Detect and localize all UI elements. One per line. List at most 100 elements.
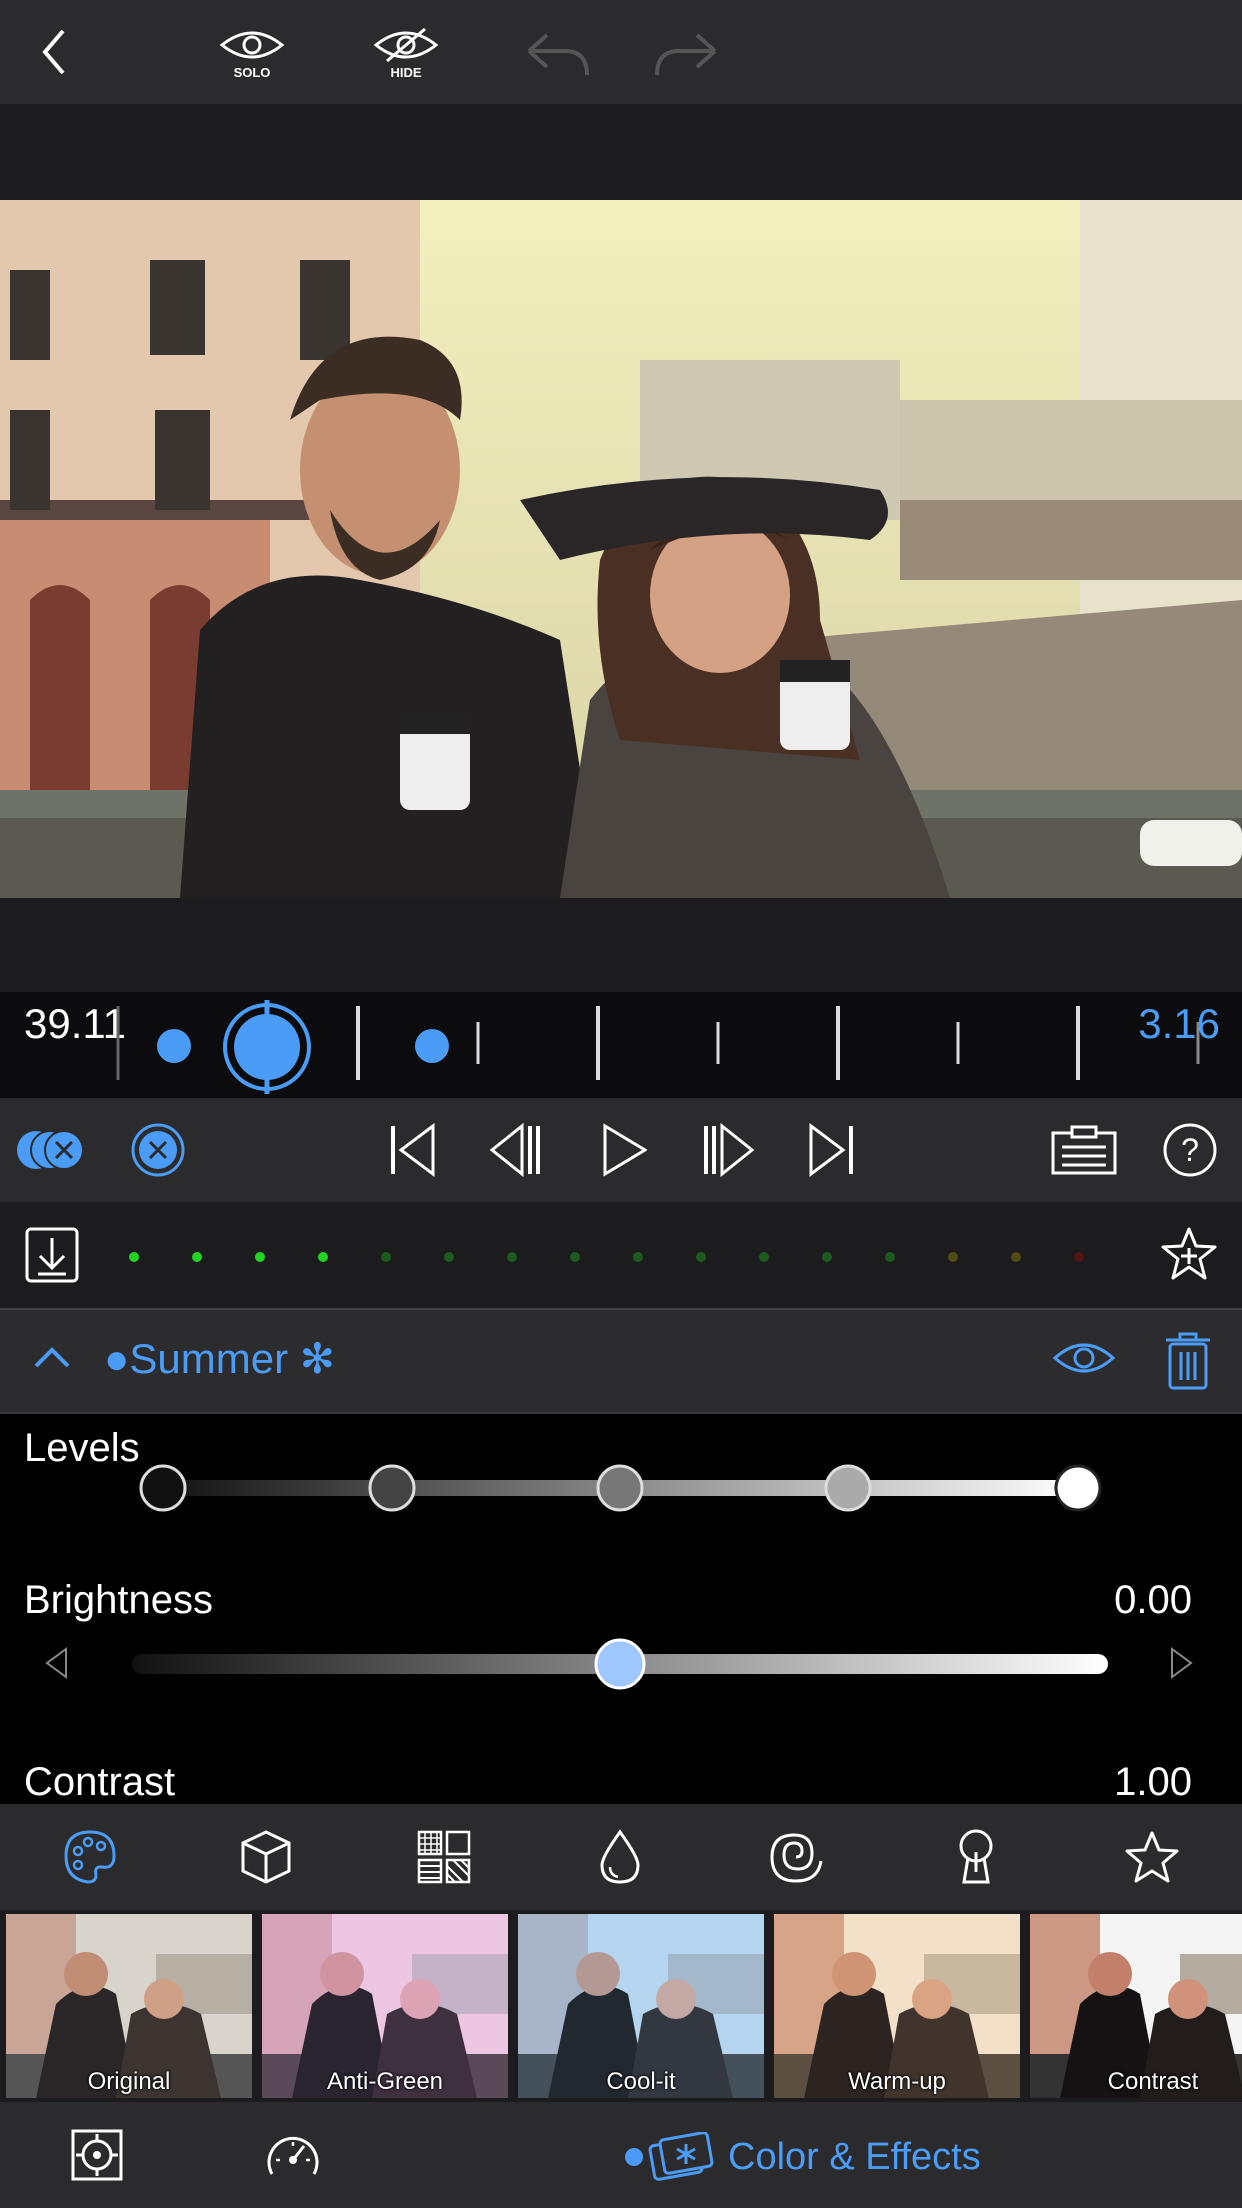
preset-thumb-cool-it[interactable]: Cool-it: [518, 1914, 764, 2098]
level-dot: [633, 1252, 643, 1262]
preset-label: Contrast: [1107, 2068, 1199, 2095]
level-dot: [696, 1252, 706, 1262]
star-add-icon: [1161, 1227, 1217, 1280]
color-effects-mode-icon-wrap[interactable]: [624, 2131, 716, 2187]
level-dot: [822, 1252, 832, 1262]
level-dot: [885, 1252, 895, 1262]
favorite-add-button[interactable]: [1160, 1226, 1218, 1287]
layer-name: ●Summer ✻: [104, 1335, 335, 1382]
level-dot: [507, 1252, 517, 1262]
go-to-start-button[interactable]: [380, 1098, 444, 1202]
triangle-left-icon: [45, 1647, 67, 1679]
tab-blur[interactable]: [560, 1804, 680, 1910]
levels-slider[interactable]: [130, 1458, 1110, 1518]
deselect-all-button[interactable]: [14, 1098, 88, 1202]
play-icon: [603, 1123, 647, 1177]
transport-bar: ?: [0, 1098, 1242, 1202]
step-back-button[interactable]: [482, 1098, 546, 1202]
play-button[interactable]: [592, 1098, 656, 1202]
speed-button[interactable]: [266, 2130, 320, 2185]
brightness-increase-button[interactable]: [1170, 1646, 1194, 1685]
preview-bottom-margin: [0, 898, 1242, 992]
tab-mask[interactable]: [916, 1804, 1036, 1910]
target-button[interactable]: [70, 2128, 124, 2187]
clipboard-icon: [1051, 1125, 1117, 1175]
solo-eye-icon: [219, 31, 285, 58]
adjustment-panel: Levels Brightness 0.00 Contrast 1.00: [0, 1414, 1242, 1804]
collapse-button[interactable]: [30, 1342, 74, 1377]
brightness-label: Brightness: [24, 1578, 213, 1622]
help-icon: ?: [1163, 1123, 1217, 1177]
hide-button[interactable]: HIDE: [366, 20, 446, 86]
effects-icon: [625, 2131, 714, 2181]
brightness-decrease-button[interactable]: [44, 1646, 68, 1685]
mode-label[interactable]: Color & Effects: [728, 2136, 981, 2179]
timeline-scrubber[interactable]: 39.11 3.16: [0, 992, 1242, 1098]
redo-button[interactable]: [646, 24, 726, 84]
levels-mid-handle: [596, 1464, 644, 1512]
contrast-label: Contrast: [24, 1760, 176, 1804]
preset-thumb-warm-up[interactable]: Warm-up: [774, 1914, 1020, 2098]
preview-top-margin: [0, 104, 1242, 200]
top-toolbar: SOLO HIDE: [0, 0, 1242, 104]
import-button[interactable]: [24, 1226, 80, 1289]
level-dot: [129, 1252, 139, 1262]
level-dot: [444, 1252, 454, 1262]
hide-label: HIDE: [390, 64, 422, 80]
preset-thumbnails: Original Anti-Green Cool-it Warm-up Cont…: [0, 1910, 1242, 2102]
eye-icon: [1052, 1343, 1116, 1373]
brightness-thumb: [594, 1638, 646, 1690]
layer-header[interactable]: ●Summer ✻: [0, 1308, 1242, 1414]
level-dot: [1011, 1252, 1021, 1262]
level-dot: [759, 1252, 769, 1262]
contrast-value: 1.00: [1114, 1760, 1192, 1804]
preset-label: Anti-Green: [326, 2068, 444, 2095]
preset-thumb-anti-green[interactable]: Anti-Green: [262, 1914, 508, 2098]
target-icon: [71, 2129, 123, 2181]
preview-image: [0, 200, 1242, 898]
go-to-end-button[interactable]: [800, 1098, 864, 1202]
tab-favorites[interactable]: [1092, 1804, 1212, 1910]
tab-texture[interactable]: [384, 1804, 504, 1910]
preset-row: [0, 1202, 1242, 1308]
back-button[interactable]: [24, 22, 84, 82]
level-dot: [381, 1252, 391, 1262]
step-forward-button[interactable]: [698, 1098, 762, 1202]
grid-icon: [417, 1830, 471, 1884]
preset-thumb-contrast[interactable]: Contrast: [1030, 1914, 1242, 2098]
help-button[interactable]: ?: [1158, 1098, 1222, 1202]
level-dot: [1074, 1252, 1084, 1262]
skip-end-icon: [809, 1123, 853, 1177]
level-dot: [255, 1252, 265, 1262]
cube-icon: [241, 1830, 291, 1884]
tab-3d[interactable]: [206, 1804, 326, 1910]
import-icon: [25, 1227, 79, 1283]
levels-shadow-handle: [368, 1464, 416, 1512]
levels-black-handle: [139, 1464, 187, 1512]
deselect-button[interactable]: [126, 1098, 190, 1202]
trash-icon: [1166, 1332, 1210, 1390]
solo-label: SOLO: [233, 64, 271, 80]
hide-eye-icon: [373, 27, 439, 62]
step-back-icon: [489, 1123, 540, 1177]
tab-color[interactable]: [30, 1804, 150, 1910]
brightness-value: 0.00: [1114, 1578, 1192, 1622]
speedometer-icon: [267, 2136, 319, 2175]
tab-distort[interactable]: [736, 1804, 856, 1910]
deselect-icon: [131, 1123, 185, 1177]
keyhole-icon: [959, 1829, 993, 1884]
chevron-up-icon: [34, 1347, 70, 1368]
delete-layer-button[interactable]: [1164, 1332, 1212, 1395]
undo-button[interactable]: [518, 24, 598, 84]
layer-visibility-button[interactable]: [1052, 1338, 1116, 1383]
video-preview[interactable]: [0, 200, 1242, 898]
brightness-slider[interactable]: [130, 1636, 1110, 1692]
drop-icon: [600, 1829, 640, 1884]
preset-label: Cool-it: [606, 2068, 676, 2095]
solo-button[interactable]: SOLO: [212, 20, 292, 86]
clipboard-button[interactable]: [1048, 1098, 1120, 1202]
levels-highlight-handle: [824, 1464, 872, 1512]
preset-thumb-original[interactable]: Original: [6, 1914, 252, 2098]
back-icon: [42, 29, 65, 75]
playhead-handle[interactable]: [220, 1000, 314, 1094]
